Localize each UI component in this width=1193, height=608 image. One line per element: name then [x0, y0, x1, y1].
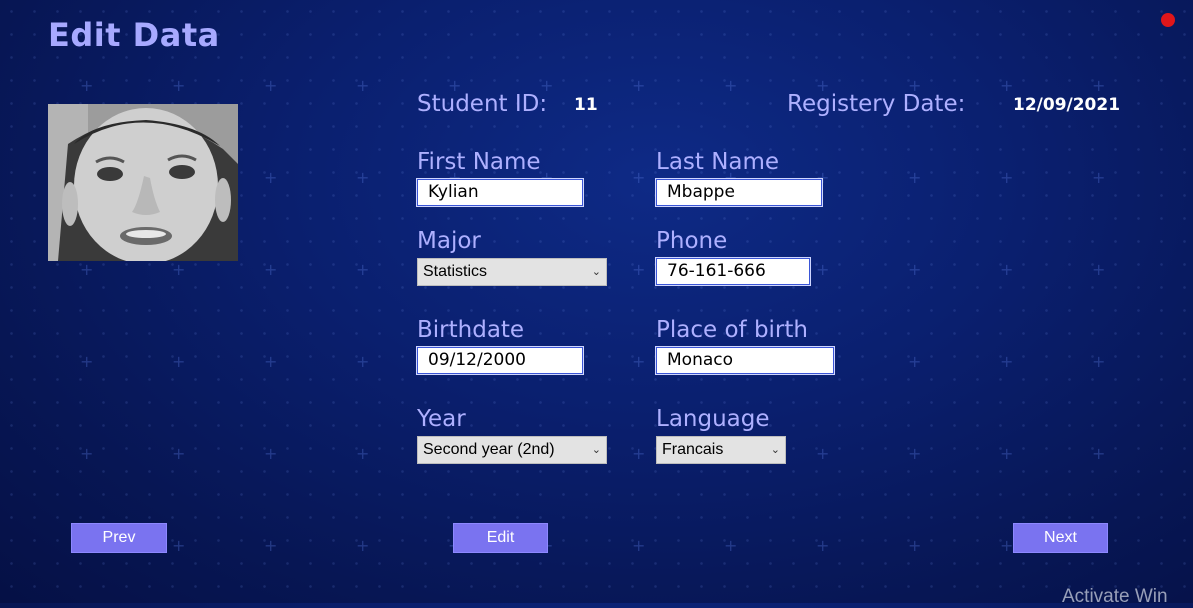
plus-decoration: +	[1092, 260, 1106, 279]
plus-decoration: +	[632, 536, 646, 555]
plus-decoration: +	[632, 352, 646, 371]
plus-decoration: +	[264, 444, 278, 463]
plus-decoration: +	[80, 444, 94, 463]
plus-decoration: +	[264, 260, 278, 279]
student-id-value: 11	[574, 95, 598, 115]
plus-decoration: +	[172, 536, 186, 555]
year-label: Year	[417, 406, 466, 432]
plus-decoration: +	[908, 444, 922, 463]
plus-decoration: +	[356, 260, 370, 279]
activation-watermark: Activate Win	[1062, 586, 1168, 607]
plus-decoration: +	[1092, 352, 1106, 371]
chevron-down-icon: ⌄	[770, 444, 780, 456]
plus-decoration: +	[1000, 168, 1014, 187]
plus-decoration: +	[172, 352, 186, 371]
phone-label: Phone	[656, 228, 728, 254]
plus-decoration: +	[632, 260, 646, 279]
plus-decoration: +	[264, 76, 278, 95]
last-name-label: Last Name	[656, 149, 780, 175]
birthdate-field[interactable]: 09/12/2000	[416, 346, 584, 375]
plus-decoration: +	[356, 536, 370, 555]
year-select[interactable]: Second year (2nd) ⌄	[417, 436, 607, 464]
plus-decoration: +	[632, 76, 646, 95]
status-dot	[1161, 13, 1175, 27]
plus-decoration: +	[632, 168, 646, 187]
phone-field[interactable]: 76-161-666	[655, 257, 811, 286]
plus-decoration: +	[264, 352, 278, 371]
plus-decoration: +	[1092, 168, 1106, 187]
plus-decoration: +	[816, 444, 830, 463]
plus-decoration: +	[1000, 444, 1014, 463]
plus-decoration: +	[1092, 444, 1106, 463]
language-select[interactable]: Francais ⌄	[656, 436, 786, 464]
plus-decoration: +	[356, 76, 370, 95]
registry-date-label: Registery Date:	[787, 91, 966, 117]
chevron-down-icon: ⌄	[591, 266, 601, 278]
plus-decoration: +	[816, 260, 830, 279]
plus-decoration: +	[80, 352, 94, 371]
plus-decoration: +	[724, 536, 738, 555]
plus-decoration: +	[80, 76, 94, 95]
plus-decoration: +	[1000, 76, 1014, 95]
plus-decoration: +	[356, 352, 370, 371]
page-title: Edit Data	[48, 16, 220, 54]
major-label: Major	[417, 228, 481, 254]
student-photo	[48, 104, 238, 261]
edit-button[interactable]: Edit	[453, 523, 548, 553]
registry-date-value: 12/09/2021	[1013, 95, 1121, 115]
birthdate-label: Birthdate	[417, 317, 525, 343]
year-value: Second year (2nd)	[423, 441, 555, 458]
language-value: Francais	[662, 441, 724, 458]
first-name-label: First Name	[417, 149, 541, 175]
plus-decoration: +	[908, 536, 922, 555]
plus-decoration: +	[80, 260, 94, 279]
plus-decoration: +	[1092, 76, 1106, 95]
plus-decoration: +	[816, 536, 830, 555]
plus-decoration: +	[1000, 352, 1014, 371]
chevron-down-icon: ⌄	[591, 444, 601, 456]
plus-decoration: +	[264, 536, 278, 555]
place-of-birth-field[interactable]: Monaco	[655, 346, 835, 375]
plus-decoration: +	[908, 260, 922, 279]
prev-button[interactable]: Prev	[71, 523, 167, 553]
plus-decoration: +	[356, 168, 370, 187]
plus-decoration: +	[264, 168, 278, 187]
plus-decoration: +	[172, 76, 186, 95]
first-name-field[interactable]: Kylian	[416, 178, 584, 207]
place-of-birth-label: Place of birth	[656, 317, 808, 343]
plus-decoration: +	[172, 260, 186, 279]
plus-decoration: +	[1000, 260, 1014, 279]
language-label: Language	[656, 406, 770, 432]
plus-decoration: +	[908, 352, 922, 371]
student-id-label: Student ID:	[417, 91, 548, 117]
major-value: Statistics	[423, 263, 488, 280]
next-button[interactable]: Next	[1013, 523, 1108, 553]
plus-decoration: +	[1000, 536, 1014, 555]
plus-decoration: +	[724, 76, 738, 95]
plus-decoration: +	[356, 444, 370, 463]
plus-decoration: +	[632, 444, 646, 463]
last-name-field[interactable]: Mbappe	[655, 178, 823, 207]
plus-decoration: +	[908, 168, 922, 187]
plus-decoration: +	[172, 444, 186, 463]
major-select[interactable]: Statistics ⌄	[417, 258, 607, 286]
